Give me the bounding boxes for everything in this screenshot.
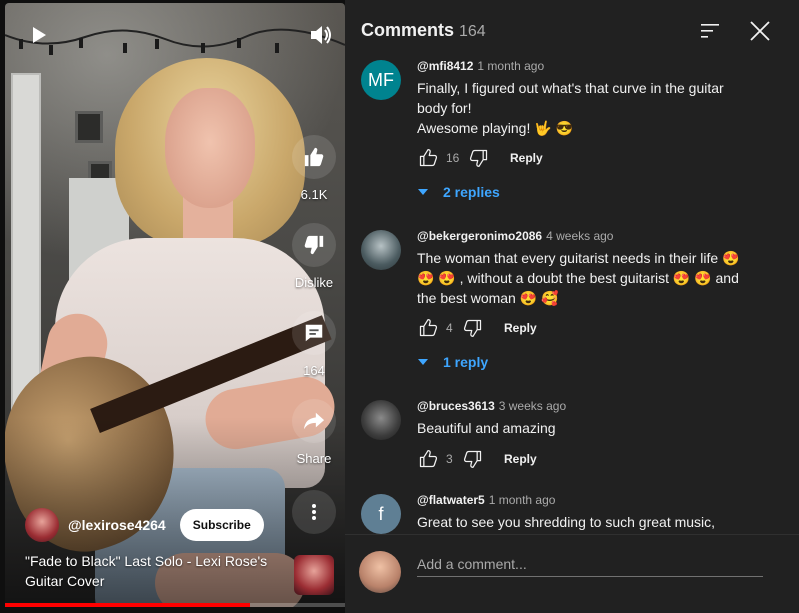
add-comment-bar <box>345 534 799 613</box>
more-options-action[interactable] <box>286 490 342 534</box>
chevron-down-icon <box>417 358 429 366</box>
thumbs-up-icon[interactable] <box>292 135 336 179</box>
replies-count: 1 reply <box>443 354 489 370</box>
comments-count: 164 <box>459 23 486 40</box>
close-icon[interactable] <box>747 18 773 44</box>
comment-time[interactable]: 1 month ago <box>489 493 556 507</box>
comments-panel: Comments 164 MF @mfi8412 1 month ago Fina… <box>345 0 799 613</box>
subscribe-button[interactable]: Subscribe <box>179 509 264 541</box>
comment-item: MF @mfi8412 1 month ago Finally, I figure… <box>359 58 789 208</box>
thumbs-down-icon[interactable] <box>292 223 336 267</box>
comment-author[interactable]: @bekergeronimo2086 <box>417 229 542 243</box>
comment-item: @bruces3613 3 weeks ago Beautiful and ama… <box>359 398 789 478</box>
comment-actions: 3 Reply <box>417 447 787 471</box>
dislike-label: Dislike <box>294 275 334 290</box>
commenter-avatar[interactable]: f <box>361 494 401 534</box>
comments-title: Comments <box>361 20 455 40</box>
shorts-viewer: 6.1K Dislike 164 Share @lexirose4264 Sub… <box>0 0 799 613</box>
volume-icon[interactable] <box>307 21 335 49</box>
comment-time[interactable]: 4 weeks ago <box>546 229 613 243</box>
add-comment-input[interactable] <box>417 551 763 577</box>
comment-time[interactable]: 1 month ago <box>477 59 544 73</box>
comment-actions: 4 Reply <box>417 316 787 340</box>
more-vertical-icon[interactable] <box>292 490 336 534</box>
comment-text: The woman that every guitarist needs in … <box>417 250 740 306</box>
comment-author[interactable]: @mfi8412 <box>417 59 473 73</box>
reply-button[interactable]: Reply <box>504 452 537 466</box>
thumbs-up-outline-icon[interactable] <box>417 147 439 169</box>
thumbs-down-outline-icon[interactable] <box>462 317 484 339</box>
wall-picture <box>75 111 103 143</box>
comment-time[interactable]: 3 weeks ago <box>499 399 566 413</box>
like-action[interactable]: 6.1K <box>286 135 342 202</box>
video-player[interactable]: 6.1K Dislike 164 Share @lexirose4264 Sub… <box>5 3 345 607</box>
channel-row: @lexirose4264 Subscribe <box>25 508 264 542</box>
comment-author[interactable]: @bruces3613 <box>417 399 495 413</box>
thumbs-up-outline-icon[interactable] <box>417 317 439 339</box>
video-title[interactable]: "Fade to Black" Last Solo - Lexi Rose's … <box>25 551 275 591</box>
view-replies-button[interactable]: 1 reply <box>417 354 787 370</box>
comment-actions: 16 Reply <box>417 146 787 170</box>
share-action[interactable]: Share <box>286 399 342 466</box>
comments-header: Comments 164 <box>345 0 799 56</box>
channel-avatar[interactable] <box>25 508 59 542</box>
thumbs-up-outline-icon[interactable] <box>417 448 439 470</box>
thumbs-down-outline-icon[interactable] <box>462 448 484 470</box>
progress-bar[interactable] <box>5 603 345 607</box>
play-icon[interactable] <box>25 23 53 47</box>
channel-name[interactable]: @lexirose4264 <box>68 517 166 533</box>
progress-bar-fill <box>5 603 250 607</box>
commenter-avatar[interactable] <box>361 400 401 440</box>
comment-text: Beautiful and amazing <box>417 420 556 436</box>
performer-face <box>165 88 255 208</box>
replies-count: 2 replies <box>443 184 500 200</box>
comment-count: 164 <box>303 363 325 378</box>
commenter-avatar[interactable]: MF <box>361 60 401 100</box>
share-icon[interactable] <box>292 399 336 443</box>
comment-author[interactable]: @flatwater5 <box>417 493 485 507</box>
comments-action[interactable]: 164 <box>286 311 342 378</box>
dislike-action[interactable]: Dislike <box>286 223 342 290</box>
chevron-down-icon <box>417 188 429 196</box>
comment-text: Finally, I figured out what's that curve… <box>417 80 724 136</box>
current-user-avatar <box>359 551 401 593</box>
like-count: 4 <box>446 321 453 335</box>
sort-icon[interactable] <box>699 20 721 42</box>
reply-button[interactable]: Reply <box>504 321 537 335</box>
comment-text: Great to see you shredding to such great… <box>417 514 716 530</box>
like-count: 3 <box>446 452 453 466</box>
comment-item: @bekergeronimo2086 4 weeks ago The woman … <box>359 228 789 378</box>
share-label: Share <box>296 451 332 466</box>
view-replies-button[interactable]: 2 replies <box>417 184 787 200</box>
commenter-avatar[interactable] <box>361 230 401 270</box>
reply-button[interactable]: Reply <box>510 151 543 165</box>
like-count: 16 <box>446 151 460 165</box>
comment-item: f @flatwater5 1 month ago Great to see yo… <box>359 492 789 534</box>
like-count: 6.1K <box>300 187 328 202</box>
comment-icon[interactable] <box>292 311 336 355</box>
thumbs-down-outline-icon[interactable] <box>468 147 490 169</box>
sound-thumbnail[interactable] <box>294 555 334 595</box>
